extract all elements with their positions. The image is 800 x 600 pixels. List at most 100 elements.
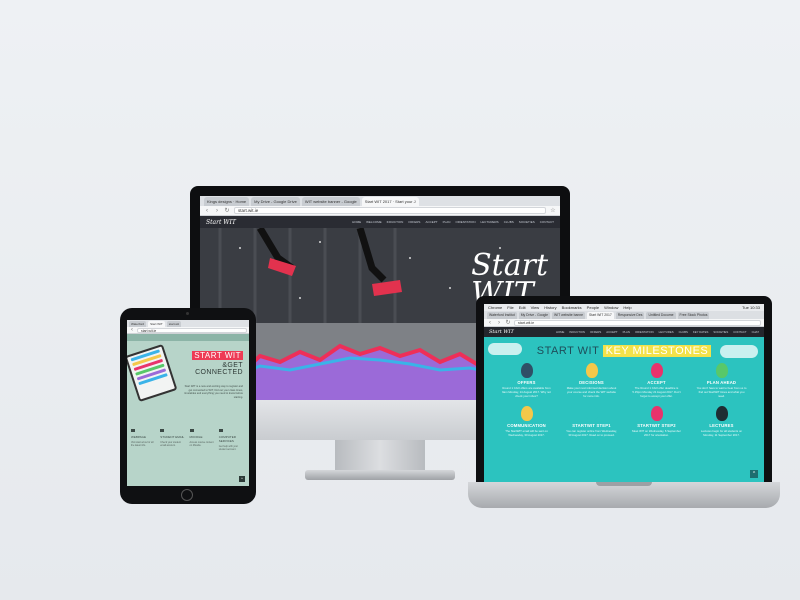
nav-link[interactable]: Chat	[752, 330, 759, 334]
tablet-device: Waterford Start WIT start.wit ‹ start.wit.…	[120, 308, 256, 504]
tablet-tab[interactable]: start.wit	[166, 321, 182, 327]
imac-site-links: Home Welcome Induction Offers Accept Plan Orie…	[352, 220, 554, 224]
resource-icon	[189, 429, 194, 432]
back-to-top-button[interactable]: ^	[239, 476, 245, 482]
nav-link[interactable]: Offers	[408, 220, 420, 224]
nav-link[interactable]: Societies	[713, 330, 728, 334]
resource-icon	[131, 429, 135, 432]
resource-text: Visit start.wit.ie for all the latest in…	[131, 441, 154, 448]
heading-line: CONNECTED	[195, 369, 243, 376]
milestone-text: Make your next informed decision about y…	[566, 386, 617, 398]
nav-link[interactable]: Contact	[733, 330, 746, 334]
resource-column: MOODLE Access course content on Moodle.	[189, 429, 216, 451]
nav-link[interactable]: Key Dates	[693, 330, 708, 334]
laptop-url-field[interactable]: start.wit.ie	[514, 319, 761, 326]
menubar-item[interactable]: Edit	[519, 305, 526, 310]
laptop-tab[interactable]: Free Stock Photos	[677, 312, 710, 319]
menubar-item[interactable]: Chrome	[488, 305, 502, 310]
laptop-tab[interactable]: Responsive Des	[615, 312, 645, 319]
milestone-item: LECTURES Lectures begin for all students …	[689, 406, 754, 438]
milestone-text: Lectures begin for all students on Monda…	[700, 429, 743, 438]
milestone-label: ACCEPT	[647, 380, 666, 385]
milestone-label: COMMUNICATION	[507, 423, 546, 429]
nav-link[interactable]: Orientation	[455, 220, 475, 224]
laptop-tab-active[interactable]: Start WIT 2017	[587, 312, 614, 319]
laptop-tab[interactable]: My Drive - Google	[518, 312, 551, 319]
imac-tab[interactable]: Kings designs · Home	[204, 197, 250, 206]
nav-link[interactable]: Plan	[623, 330, 630, 334]
milestones-section: START WIT KEY MILESTONES OFFERS Round 1 C…	[484, 337, 764, 484]
menubar-item[interactable]: People	[587, 305, 599, 310]
back-icon[interactable]: ‹	[129, 327, 135, 333]
laptop-tab[interactable]: WIT website banne	[552, 312, 585, 319]
milestone-label: OFFERS	[517, 380, 536, 385]
imac-tab[interactable]: WIT website banner - Google	[301, 197, 360, 206]
back-icon[interactable]: ‹	[487, 320, 493, 326]
menubar-item[interactable]: Window	[604, 305, 618, 310]
nav-link[interactable]: Orientation	[635, 330, 654, 334]
menubar-item[interactable]: Bookmarks	[562, 305, 582, 310]
tablet-screen: Waterford Start WIT start.wit ‹ start.wit.…	[127, 320, 249, 486]
nav-link[interactable]: Lecturers	[481, 220, 499, 224]
tablet-url-field[interactable]: start.wit.ie	[137, 327, 247, 333]
tablet-tab-active[interactable]: Start WIT	[148, 321, 165, 327]
nav-link[interactable]: Home	[352, 220, 361, 224]
imac-foot	[305, 470, 455, 480]
forward-icon[interactable]: ›	[214, 208, 220, 214]
laptop-tab[interactable]: Waterford Institut	[487, 312, 517, 319]
resource-title[interactable]: COMPUTER SERVICES	[219, 435, 245, 443]
resource-title[interactable]: STUDENT EMAIL	[160, 435, 186, 439]
menubar-clock: Tue 10:33	[742, 305, 760, 310]
back-to-top-button[interactable]: ^	[750, 470, 758, 478]
site-logo[interactable]: Start WIT	[489, 329, 514, 335]
imac-tab[interactable]: My Drive - Google Drive	[251, 197, 300, 206]
milestones-title-part1: START WIT	[536, 345, 600, 357]
resource-title[interactable]: WEBPAGE	[131, 435, 157, 439]
home-button[interactable]	[181, 489, 193, 501]
imac-site-nav: Start WIT Home Welcome Induction Offers Acce…	[200, 216, 560, 228]
resource-icon	[160, 429, 165, 432]
menubar-item[interactable]: History	[544, 305, 556, 310]
site-logo[interactable]: Start WIT	[206, 219, 236, 226]
nav-link[interactable]: Accept	[425, 220, 437, 224]
star-icon[interactable]: ☆	[550, 207, 556, 214]
laptop-tab[interactable]: Untitled Docume	[646, 312, 676, 319]
imac-url-field[interactable]: start.wit.ie	[234, 207, 546, 214]
milestone-item: PLAN AHEAD You don't have to wait to hear…	[689, 363, 754, 398]
resource-icon	[218, 429, 223, 432]
resource-column: COMPUTER SERVICES Get help with your stud…	[218, 429, 245, 452]
nav-link[interactable]: Home	[556, 330, 564, 334]
milestones-title-highlight: KEY MILESTONES	[602, 345, 712, 357]
milestone-text: You can register online from Wednesday, …	[566, 429, 617, 438]
nav-link[interactable]: Contact	[540, 220, 554, 224]
nav-link[interactable]: Clubs	[679, 330, 688, 334]
nav-link[interactable]: Offers	[590, 330, 601, 334]
forward-icon[interactable]: ›	[496, 320, 502, 326]
imac-tab-active[interactable]: Start WIT 2017 · Start your J	[361, 197, 419, 206]
menubar-item[interactable]: File	[507, 305, 513, 310]
balloon-icon	[650, 406, 663, 422]
menubar-item[interactable]: View	[531, 305, 540, 310]
nav-link[interactable]: Societies	[519, 220, 535, 224]
nav-link[interactable]: Plan	[443, 220, 451, 224]
nav-link[interactable]: Clubs	[504, 220, 514, 224]
laptop-device: Chrome File Edit View History Bookmarks People…	[468, 296, 780, 518]
milestone-text: Meet WIT on Wednesday, 6 September 2017 …	[632, 429, 681, 438]
milestone-item: ACCEPT The Round 1 CAO offer deadline is …	[624, 363, 689, 398]
nav-link[interactable]: Induction	[569, 330, 585, 334]
nav-link[interactable]: Welcome	[366, 220, 382, 224]
reload-icon[interactable]: ↻	[224, 207, 230, 214]
reload-icon[interactable]: ↻	[505, 319, 511, 326]
laptop-address-bar: ‹ › ↻ start.wit.ie	[484, 319, 764, 327]
nav-link[interactable]: Lectures	[659, 330, 674, 334]
resource-text: Get help with your student account.	[218, 445, 239, 452]
balloon-icon	[650, 363, 663, 378]
laptop-screen: Chrome File Edit View History Bookmarks People…	[484, 304, 764, 484]
milestone-label: DECISIONS	[579, 380, 604, 385]
balloon-icon	[715, 406, 728, 422]
nav-link[interactable]: Accept	[606, 330, 617, 334]
menubar-item[interactable]: Help	[623, 305, 631, 310]
resource-title[interactable]: MOODLE	[190, 435, 216, 439]
nav-link[interactable]: Induction	[387, 220, 404, 224]
back-icon[interactable]: ‹	[204, 208, 210, 214]
